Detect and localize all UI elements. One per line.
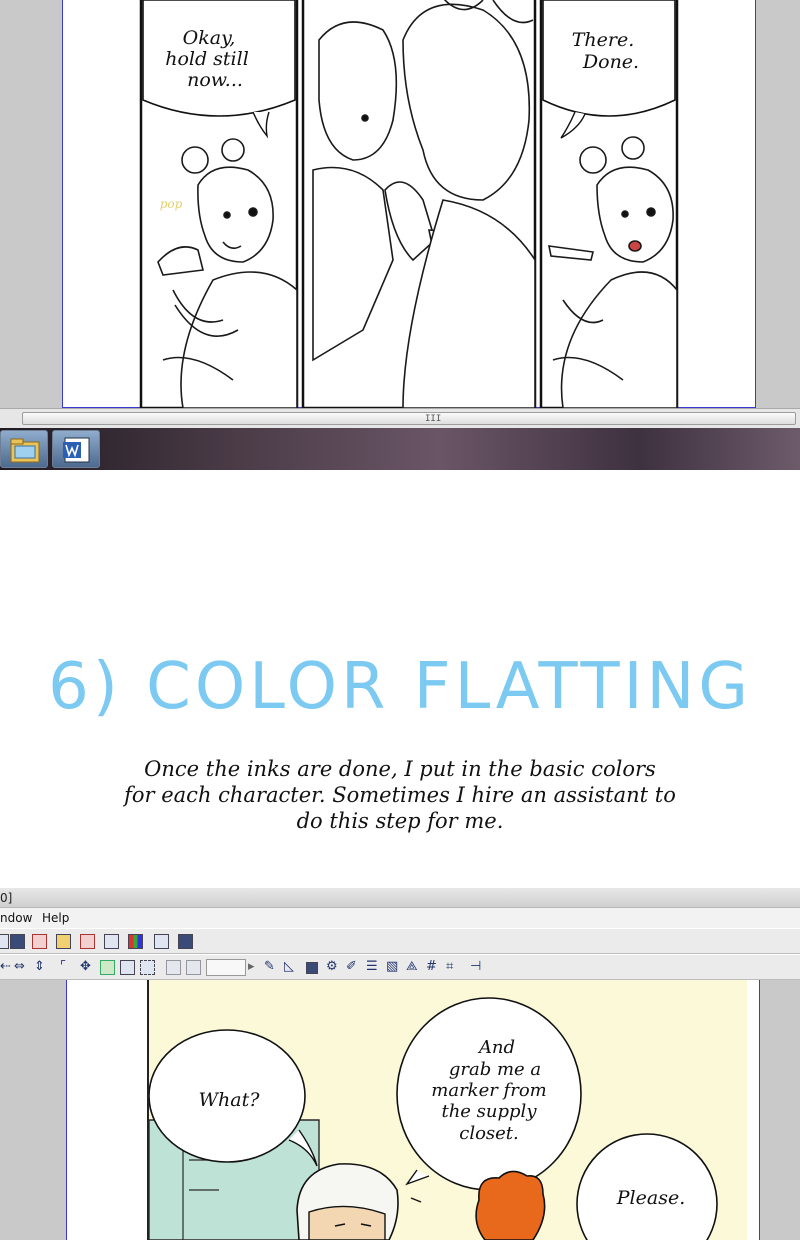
orange-haired-character [475, 1170, 546, 1240]
window-title-fragment: 0] [0, 891, 13, 905]
tool-button-1[interactable] [0, 934, 9, 949]
sfx-pop: pop [160, 197, 183, 211]
taskbar [0, 428, 800, 470]
fill-tool-icon[interactable] [306, 962, 318, 974]
panel-toggle-icon[interactable]: ⊣ [470, 958, 481, 976]
lines-tool-icon[interactable]: ☰ [366, 958, 378, 976]
description-line-1: Once the inks are done, I put in the bas… [144, 757, 656, 781]
bubble-3-line-2: Done. [582, 51, 639, 73]
description-line-3: do this step for me. [296, 809, 504, 833]
tutorial-page: { "top_screenshot": { "panel1_bubble": [… [0, 0, 800, 1240]
play-icon[interactable] [178, 934, 193, 949]
toolbar-secondary: ⇠ ⇔ ⇕ ⌜ ✥ ▸ ✎ ◺ ⚙ ✐ ☰ ▧ ⟁ # ⌗ ⊣ [0, 954, 800, 980]
section-description: Once the inks are done, I put in the bas… [40, 756, 760, 834]
color-canvas: What? And grab me a marker from the supp… [66, 980, 760, 1240]
bubble-please-text: Please. [616, 1187, 685, 1209]
brush-tool-icon[interactable]: ✐ [346, 958, 357, 976]
arrow-horizontal-icon[interactable]: ⇔ [14, 958, 25, 976]
hatch-tool-icon[interactable]: ▧ [386, 958, 398, 976]
colored-comic-panel: What? And grab me a marker from the supp… [147, 980, 747, 1240]
move-icon[interactable]: ✥ [80, 958, 91, 976]
horizontal-scrollbar[interactable]: III [0, 408, 800, 428]
tool-image-icon[interactable] [100, 960, 115, 975]
disabled-tool-2[interactable] [186, 960, 201, 975]
grid-icon[interactable]: # [426, 958, 437, 976]
bubble-3-line-1: There. [572, 29, 635, 51]
file-explorer-icon [10, 438, 40, 463]
description-line-2: for each character. Sometimes I hire an … [124, 783, 676, 807]
menu-bar: ndow Help [0, 908, 800, 928]
perspective-tool-icon[interactable]: ⟁ [406, 958, 418, 976]
tool-button-8[interactable] [154, 934, 169, 949]
inking-app-screenshot: Okay, hold still now... pop There. Done.… [0, 0, 800, 470]
corner-icon[interactable]: ⌜ [60, 958, 66, 976]
bubble-marker-line-3: marker from [431, 1080, 546, 1101]
tool-button-2[interactable] [10, 934, 25, 949]
taskbar-word[interactable] [52, 430, 100, 468]
bubble-1-line-2: hold still [165, 48, 249, 70]
selection-icon[interactable] [140, 960, 155, 975]
comic-panels: Okay, hold still now... pop There. Done. [139, 0, 679, 410]
section-title: 6) COLOR FLATTING [48, 650, 752, 724]
word-icon [63, 437, 90, 463]
window-titlebar: 0] [0, 888, 800, 908]
disabled-tool-1[interactable] [166, 960, 181, 975]
comic-canvas: Okay, hold still now... pop There. Done. [62, 0, 756, 410]
menu-window[interactable]: ndow [0, 908, 32, 928]
scrollbar-grip: III [425, 414, 442, 424]
bubble-marker-line-2: grab me a [449, 1059, 541, 1080]
taskbar-file-explorer[interactable] [0, 430, 48, 468]
bubble-marker-line-4: the supply [441, 1101, 537, 1122]
arrow-vertical-icon[interactable]: ⇕ [34, 958, 45, 976]
bubble-1-line-3: now... [187, 69, 243, 91]
ruler-tool-icon[interactable]: ◺ [284, 958, 294, 976]
toolbar-primary [0, 928, 800, 954]
bubble-what-text: What? [199, 1089, 261, 1111]
menu-help[interactable]: Help [42, 908, 69, 928]
pen-tool-icon[interactable]: ✎ [264, 958, 275, 976]
bucket-tool-icon[interactable]: ⚙ [326, 958, 338, 976]
bubble-marker-line-5: closet. [459, 1123, 519, 1144]
bubble-marker-line-1: And [477, 1037, 515, 1058]
tool-check-icon[interactable] [120, 960, 135, 975]
tool-button-5[interactable] [80, 934, 95, 949]
zoom-field[interactable] [206, 959, 246, 976]
coloring-app-screenshot: 0] ndow Help ⇠ ⇔ ⇕ ⌜ ✥ ▸ ✎ ◺ ⚙ ✐ ☰ ▧ ⟁ #… [0, 888, 800, 1240]
tool-button-6[interactable] [104, 934, 119, 949]
arrow-left-icon[interactable]: ⇠ [0, 958, 11, 976]
dropdown-arrow-icon[interactable]: ▸ [248, 958, 255, 976]
bubble-1-line-1: Okay, [183, 27, 236, 49]
folder-icon[interactable] [56, 934, 71, 949]
tool-button-3[interactable] [32, 934, 47, 949]
scrollbar-thumb[interactable]: III [22, 412, 796, 425]
grid-bold-icon[interactable]: ⌗ [446, 958, 453, 976]
colored-panel-art: What? And grab me a marker from the supp… [148, 997, 718, 1240]
palette-icon[interactable] [128, 934, 143, 949]
